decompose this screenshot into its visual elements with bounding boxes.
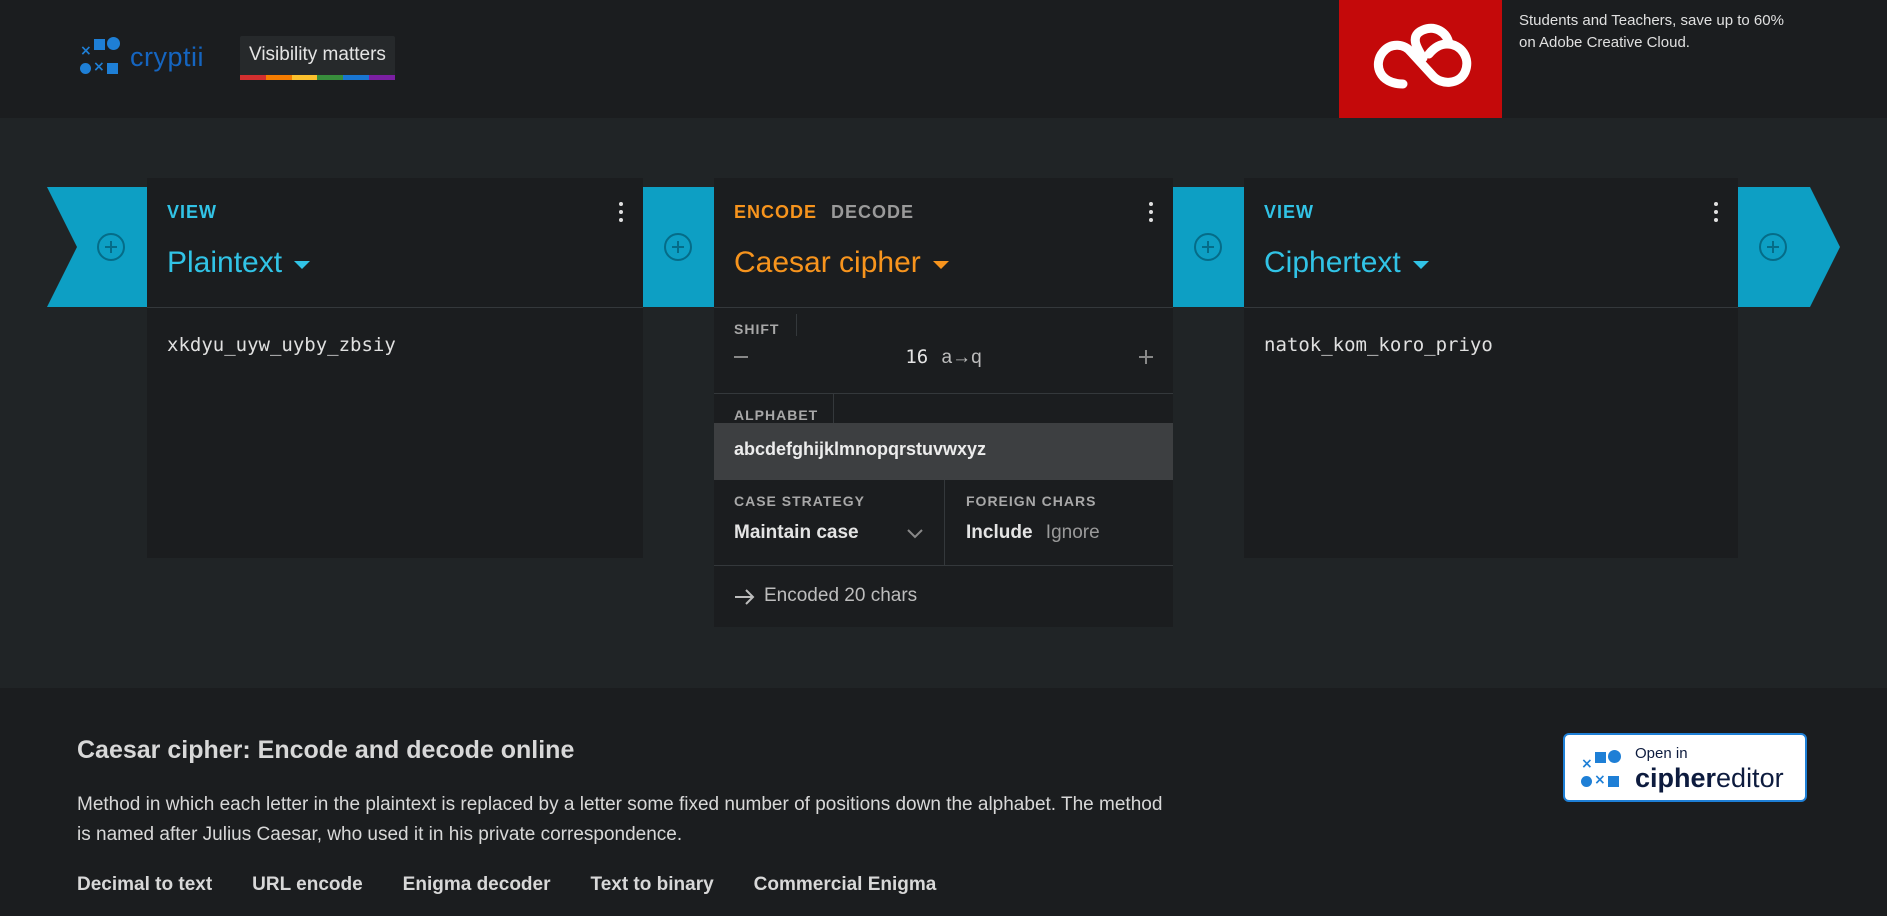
description-section: Caesar cipher: Encode and decode online … [0,688,1887,916]
tab-view[interactable]: VIEW [167,202,217,223]
pipe-end-arrow [1738,187,1840,307]
caret-down-icon [294,261,311,269]
cipher-editor-brand: ciphereditor [1635,763,1784,794]
plaintext-content[interactable]: xkdyu_uyw_uyby_zbsiy [147,308,643,382]
case-strategy-value: Maintain case [734,522,859,543]
brick-title: Caesar cipher [734,246,921,279]
ciphertext-content[interactable]: natok_kom_koro_priyo [1244,308,1738,382]
alphabet-label: ALPHABET [734,407,819,423]
add-brick-icon[interactable] [1759,233,1787,261]
ad-text: Students and Teachers, save up to 60% on… [1519,12,1784,51]
rainbow-bar [240,75,395,80]
advertisement[interactable]: Students and Teachers, save up to 60% on… [1339,0,1806,121]
status-bar: Encoded 20 chars [714,566,1173,626]
brick-selector[interactable]: Caesar cipher [734,246,949,280]
pipe-workspace: VIEW Plaintext xkdyu_uyw_uyby_zbsiy ENCO… [0,118,1887,688]
add-brick-icon[interactable] [97,233,125,261]
brick-selector[interactable]: Plaintext [167,246,311,280]
case-foreign-settings: CASE STRATEGY Maintain case FOREIGN CHAR… [714,480,1173,566]
link-enigma-decoder[interactable]: Enigma decoder [403,874,551,896]
caret-down-icon [932,261,949,269]
tab-view[interactable]: VIEW [1264,202,1314,223]
open-in-label: Open in [1635,745,1688,762]
link-decimal-to-text[interactable]: Decimal to text [77,874,212,896]
brand-regular: editor [1716,763,1784,793]
brick-header: VIEW Plaintext [147,178,643,308]
link-commercial-enigma[interactable]: Commercial Enigma [754,874,937,896]
brick-menu-icon[interactable] [1149,202,1153,222]
visibility-matters-label: Visibility matters [249,44,386,65]
foreign-ignore-option[interactable]: Ignore [1046,522,1100,543]
foreign-chars-setting: FOREIGN CHARS Include Ignore [946,480,1173,566]
chevron-down-icon [907,529,923,539]
arrow-right-icon [735,589,755,605]
brick-menu-icon[interactable] [1714,202,1718,222]
adobe-creative-cloud-icon [1339,0,1502,121]
ciphertext-view-brick: VIEW Ciphertext natok_kom_koro_priyo [1244,178,1738,558]
shift-label: SHIFT [734,321,780,337]
brand-bold: cipher [1635,763,1717,793]
caesar-cipher-brick: ENCODE DECODE Caesar cipher SHIFT 16 a→q [714,178,1173,627]
case-strategy-setting[interactable]: CASE STRATEGY Maintain case [714,480,945,566]
visibility-matters-badge[interactable]: Visibility matters [240,36,395,80]
alphabet-field[interactable]: abcdefghijklmnopqrstuvwxyz [714,423,1173,480]
alphabet-setting: ALPHABET abcdefghijklmnopqrstuvwxyz [714,394,1173,480]
increment-icon[interactable] [1139,350,1153,364]
shift-stepper[interactable]: 16 a→q [714,346,1173,369]
foreign-chars-label: FOREIGN CHARS [966,493,1097,509]
open-in-cipher-editor-button[interactable]: × × Open in ciphereditor [1563,733,1807,802]
link-url-encode[interactable]: URL encode [252,874,363,896]
shift-mapping: a→q [941,347,982,368]
related-links: Decimal to text URL encode Enigma decode… [77,874,936,896]
add-brick-icon[interactable] [1194,233,1222,261]
caret-down-icon [1412,261,1429,269]
plaintext-view-brick: VIEW Plaintext xkdyu_uyw_uyby_zbsiy [147,178,643,558]
shift-value: 16 [905,346,929,368]
cryptii-logo[interactable]: × × cryptii [78,36,204,78]
add-brick-icon[interactable] [664,233,692,261]
page-heading: Caesar cipher: Encode and decode online [77,736,575,764]
brick-header: ENCODE DECODE Caesar cipher [714,178,1173,308]
case-strategy-label: CASE STRATEGY [734,493,865,509]
shift-setting: SHIFT 16 a→q [714,308,1173,394]
link-text-to-binary[interactable]: Text to binary [591,874,714,896]
foreign-include-option[interactable]: Include [966,522,1033,543]
brick-header: VIEW Ciphertext [1244,178,1738,308]
cipher-editor-logo-icon: × × [1579,749,1621,791]
description-text: Method in which each letter in the plain… [77,794,1163,845]
cryptii-logo-icon: × × [78,36,120,78]
status-text: Encoded 20 chars [764,585,918,606]
brick-title: Plaintext [167,246,283,279]
brick-title: Ciphertext [1264,246,1401,279]
brick-menu-icon[interactable] [619,202,623,222]
tab-encode[interactable]: ENCODE [734,202,817,223]
logo-text: cryptii [130,41,205,72]
brick-selector[interactable]: Ciphertext [1264,246,1429,280]
tab-decode[interactable]: DECODE [831,202,914,223]
header: × × cryptii Visibility matters Students … [0,0,1887,121]
